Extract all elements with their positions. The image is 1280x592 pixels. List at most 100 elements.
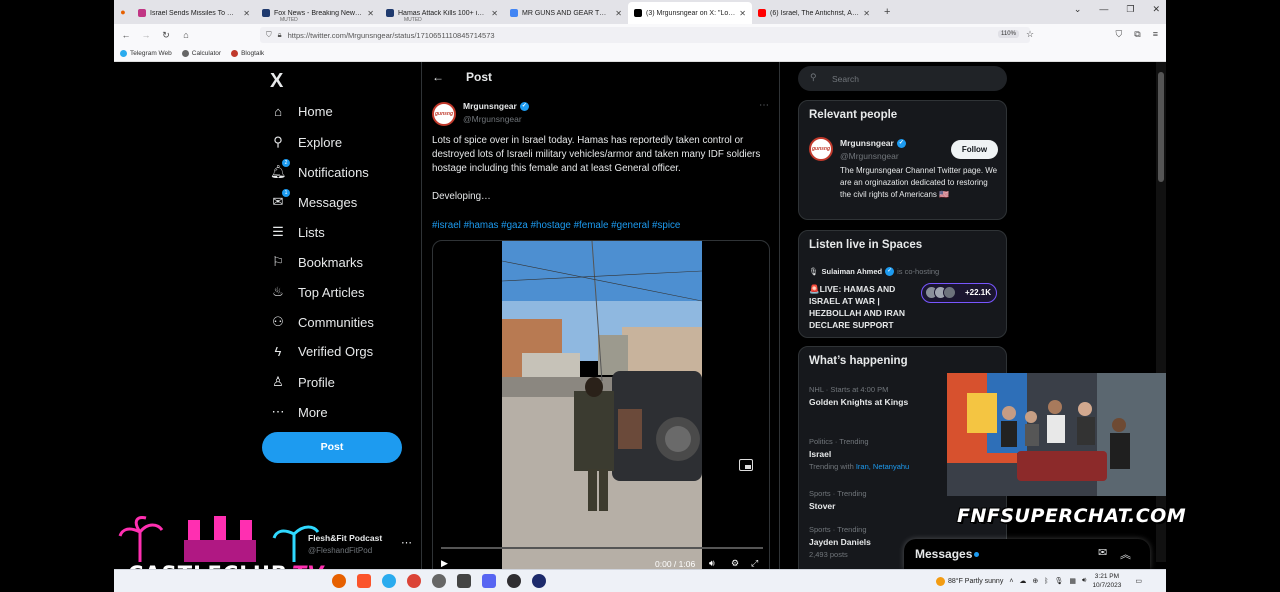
follow-button[interactable]: Follow xyxy=(951,140,998,159)
discord-taskbar-icon[interactable] xyxy=(482,574,496,588)
spaces-card[interactable]: Listen live in Spaces 🎙︎ Sulaiman Ahmed … xyxy=(798,230,1007,338)
url-bar[interactable]: ⛉ 🔒︎ https://twitter.com/Mrgunsngear/sta… xyxy=(260,27,1030,43)
video-player[interactable]: ▶ 0:00 / 1:06 🔊︎ ⚙ ⤢ xyxy=(432,240,770,580)
maximize-button[interactable]: ❐ xyxy=(1126,4,1134,15)
browser-tab[interactable]: Fox News - Breaking News Upd MUTED ✕ xyxy=(256,2,380,24)
browser-tab[interactable]: Israel Sends Missiles To Gaza Aft ✕ xyxy=(132,2,256,24)
author-name-row[interactable]: Mrgunsngear ✓ xyxy=(463,101,529,111)
chevron-up-icon[interactable]: ˄ xyxy=(1009,578,1013,585)
relevant-name-row[interactable]: Mrgunsngear ✓ xyxy=(840,138,906,148)
nav-item-communities[interactable]: ⚇ Communities xyxy=(270,314,374,330)
nav-item-notifications[interactable]: 🔔︎ 2 Notifications xyxy=(270,159,369,180)
browser-tab[interactable]: Hamas Attack Kills 100+ in IsraeMUTED ✕ xyxy=(380,2,504,24)
nav-item-lists[interactable]: ☰ Lists xyxy=(270,224,325,240)
expand-chevron-icon[interactable]: ︽ xyxy=(1120,546,1131,562)
brave-taskbar-icon[interactable] xyxy=(357,574,371,588)
scrollbar-thumb[interactable] xyxy=(1158,72,1164,182)
nav-item-more[interactable]: ⋯ More xyxy=(270,404,328,420)
firefox-menu-icon[interactable]: ● xyxy=(114,7,132,17)
close-tab-icon[interactable]: ✕ xyxy=(615,9,622,18)
app-taskbar-icon[interactable] xyxy=(532,574,546,588)
pocket-icon[interactable]: ⛉ xyxy=(1116,29,1123,40)
nav-item-bookmarks[interactable]: ⚐ Bookmarks xyxy=(270,254,363,270)
browser-tab[interactable]: (6) Israel, The Antichrist, AI, An ✕ xyxy=(752,2,876,24)
back-arrow-icon[interactable]: ← xyxy=(116,30,136,40)
more-icon: ⋯ xyxy=(271,404,285,419)
messages-drawer[interactable]: Messages ✉ ︽ xyxy=(904,539,1150,569)
close-tab-icon[interactable]: ✕ xyxy=(367,9,374,18)
home-icon[interactable]: ⌂ xyxy=(176,30,196,40)
reload-icon[interactable]: ↻ xyxy=(156,30,176,41)
close-tab-icon[interactable]: ✕ xyxy=(491,9,498,18)
video-frame[interactable] xyxy=(502,241,702,571)
nav-item-top-articles[interactable]: ♨ Top Articles xyxy=(270,284,364,300)
lock-icon[interactable]: 🔒︎ xyxy=(278,30,282,40)
listener-avatar xyxy=(943,286,956,299)
weather-widget[interactable]: 88°F Partly sunny xyxy=(936,576,1003,586)
author-avatar[interactable]: gunsng xyxy=(432,102,456,126)
close-tab-icon[interactable]: ✕ xyxy=(243,9,250,18)
firefox-taskbar-icon[interactable] xyxy=(332,574,346,588)
clock[interactable]: 3:21 PM 10/7/2023 xyxy=(1092,572,1121,590)
cloud-icon[interactable]: ☁ xyxy=(1019,577,1026,585)
browser-tab[interactable]: MR GUNS AND GEAR TWITTER ✕ xyxy=(504,2,628,24)
spaces-title: Listen live in Spaces xyxy=(809,239,923,251)
nav-item-verified-orgs[interactable]: ϟ Verified Orgs xyxy=(270,344,374,359)
nav-item-explore[interactable]: ⚲ Explore xyxy=(270,134,342,150)
list-tabs-icon[interactable]: ⌄ xyxy=(1074,4,1082,15)
close-tab-icon[interactable]: ✕ xyxy=(739,9,746,18)
post-hashtags[interactable]: #israel #hamas #gaza #hostage #female #g… xyxy=(432,220,680,231)
new-message-icon[interactable]: ✉ xyxy=(1098,546,1107,559)
picture-in-picture-icon[interactable] xyxy=(739,459,753,471)
author-name: Mrgunsngear xyxy=(463,101,517,111)
mic-icon[interactable]: 🎙︎ xyxy=(1055,577,1064,585)
close-tab-icon[interactable]: ✕ xyxy=(863,9,870,18)
account-more-icon[interactable]: ⋯ xyxy=(401,536,412,549)
bookmark-label: Calculator xyxy=(191,50,222,57)
minimize-button[interactable]: — xyxy=(1099,4,1108,15)
post-more-icon[interactable]: ⋯ xyxy=(759,100,769,111)
speaker-icon[interactable]: 🔊︎ xyxy=(1082,577,1086,585)
author-handle[interactable]: @Mrgunsngear xyxy=(463,114,522,124)
video-progress-bar[interactable] xyxy=(441,547,763,549)
nav-item-messages[interactable]: ✉ 1 Messages xyxy=(270,189,357,210)
chrome-taskbar-icon[interactable] xyxy=(407,574,421,588)
close-window-button[interactable]: ✕ xyxy=(1152,4,1160,15)
zoom-level[interactable]: 110% xyxy=(998,30,1019,38)
fullscreen-icon[interactable]: ⤢ xyxy=(751,558,758,569)
relevant-avatar[interactable]: gunsng xyxy=(809,137,833,161)
bookmark-item[interactable]: Blogtalk xyxy=(231,50,264,57)
nav-item-profile[interactable]: ♙ Profile xyxy=(270,374,335,390)
network-icon[interactable]: ⊕ xyxy=(1032,577,1038,585)
bluetooth-icon[interactable]: ᛒ xyxy=(1044,578,1048,585)
space-listeners[interactable]: +22.1K xyxy=(921,283,997,303)
network-wifi-icon[interactable]: ▦ xyxy=(1069,577,1076,585)
app-menu-icon[interactable]: ≡ xyxy=(1153,29,1158,40)
notifications-icon[interactable]: ▭ xyxy=(1135,577,1142,585)
shield-icon[interactable]: ⛉ xyxy=(266,30,272,40)
x-logo[interactable]: X xyxy=(270,70,283,93)
search-placeholder: Search xyxy=(832,74,859,84)
settings-gear-icon[interactable]: ⚙ xyxy=(731,558,739,569)
messages-label: Messages xyxy=(915,547,973,561)
forward-arrow-icon[interactable]: → xyxy=(136,30,156,40)
relevant-handle[interactable]: @Mrgunsngear xyxy=(840,151,899,161)
settings-taskbar-icon[interactable] xyxy=(432,574,446,588)
bookmark-star-icon[interactable]: ☆ xyxy=(1026,29,1034,40)
trend-links[interactable]: Iran, Netanyahu xyxy=(856,462,909,471)
search-input[interactable]: ⚲ Search xyxy=(798,66,1007,91)
new-tab-button[interactable]: + xyxy=(884,6,890,18)
bookmark-item[interactable]: Telegram Web xyxy=(120,50,172,57)
volume-icon[interactable]: 🔊︎ xyxy=(709,558,715,569)
main-column: ← Post gunsng Mrgunsngear ✓ @Mrgunsngear… xyxy=(421,62,780,592)
browser-tab[interactable]: (3) Mrgunsngear on X: "Lots of ✕ xyxy=(628,2,752,24)
telegram-taskbar-icon[interactable] xyxy=(382,574,396,588)
play-icon[interactable]: ▶ xyxy=(441,558,448,569)
bookmark-item[interactable]: Calculator xyxy=(181,50,222,57)
back-arrow-icon[interactable]: ← xyxy=(432,70,444,84)
obs-taskbar-icon[interactable] xyxy=(507,574,521,588)
calculator-taskbar-icon[interactable] xyxy=(457,574,471,588)
post-button[interactable]: Post xyxy=(262,432,402,463)
nav-item-home[interactable]: ⌂ Home xyxy=(270,104,333,119)
extensions-icon[interactable]: ⧉ xyxy=(1134,29,1140,40)
